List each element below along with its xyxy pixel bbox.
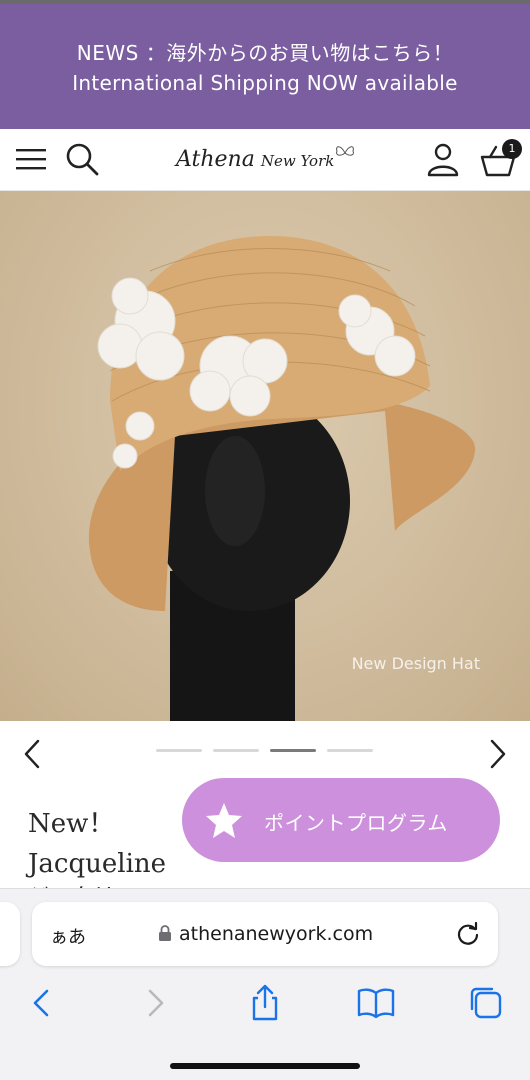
forward-icon[interactable] — [135, 983, 175, 1023]
chevron-left-icon[interactable] — [18, 737, 46, 771]
carousel-dot[interactable] — [213, 749, 259, 752]
hero-carousel-controls — [0, 721, 530, 785]
star-icon — [206, 803, 242, 838]
site-logo[interactable]: Athena New York — [176, 147, 334, 177]
butterfly-icon — [336, 146, 354, 156]
reload-icon[interactable] — [454, 920, 482, 948]
news-line-2: International Shipping NOW available — [72, 71, 458, 95]
previous-tab-preview[interactable] — [0, 902, 20, 966]
reader-options-button[interactable]: ぁあ — [50, 923, 86, 949]
news-banner[interactable]: NEWS ：海外からのお買い物はこちら！ International Shipp… — [0, 4, 530, 129]
carousel-dot-active[interactable] — [270, 749, 316, 752]
hat-illustration — [88, 236, 476, 721]
points-program-button[interactable]: ポイントプログラム — [182, 778, 500, 862]
search-icon[interactable] — [64, 141, 100, 177]
back-icon[interactable] — [22, 983, 62, 1023]
carousel-dot[interactable] — [156, 749, 202, 752]
carousel-dot[interactable] — [327, 749, 373, 752]
bookmarks-icon[interactable] — [356, 983, 396, 1023]
product-title: New！ Jacqueline ジャクリーン — [28, 804, 208, 898]
title-line-1: New！ — [28, 809, 115, 839]
share-icon[interactable] — [245, 983, 285, 1023]
cart-count-badge: 1 — [502, 139, 522, 159]
hero-image[interactable]: New Design Hat — [0, 191, 530, 721]
logo-brand: Athena — [176, 147, 255, 172]
url-domain: athenanewyork.com — [179, 923, 374, 945]
logo-subtitle: New York — [260, 152, 335, 170]
news-line-1: NEWS ：海外からのお買い物はこちら！ — [76, 41, 454, 65]
browser-toolbar: ぁあ athenanewyork.com — [0, 888, 530, 1080]
cart-button[interactable]: 1 — [478, 139, 524, 181]
hero-caption: New Design Hat — [351, 654, 480, 673]
points-program-label: ポイントプログラム — [264, 811, 448, 835]
home-indicator[interactable] — [170, 1063, 360, 1069]
chevron-right-icon[interactable] — [484, 737, 512, 771]
tabs-icon[interactable] — [466, 983, 506, 1023]
title-line-2: Jacqueline — [28, 849, 167, 879]
user-icon[interactable] — [424, 141, 462, 179]
address-bar[interactable]: ぁあ athenanewyork.com — [32, 902, 498, 966]
menu-icon[interactable] — [16, 147, 46, 171]
lock-icon — [159, 925, 171, 941]
site-header: Athena New York 1 — [0, 129, 530, 191]
